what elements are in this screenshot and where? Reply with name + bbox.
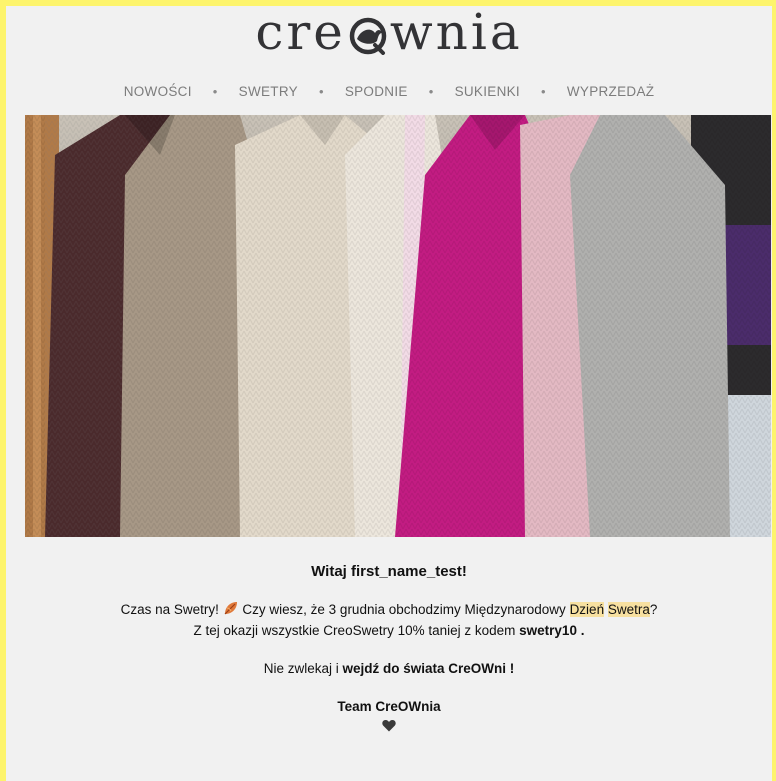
message-line-2: Z tej okazji wszystkie CreoSwetry 10% ta… (6, 621, 772, 640)
nav-item-spodnie[interactable]: SPODNIE (345, 84, 408, 99)
nav-separator: • (212, 83, 218, 99)
email-body: cre wnia NOWOŚCI • SWETRY • SPODNIE • SU… (6, 4, 772, 781)
nav-item-nowosci[interactable]: NOWOŚCI (124, 84, 192, 99)
email-content: Witaj first_name_test! Czas na Swetry! C… (6, 562, 772, 737)
bird-o-icon (347, 10, 389, 66)
hero-image[interactable] (25, 115, 771, 537)
black-heart-icon (382, 718, 396, 737)
nav-separator: • (540, 83, 546, 99)
nav-separator: • (318, 83, 324, 99)
message-line-3: Nie zwlekaj i wejdź do świata CreOWni ! (6, 659, 772, 678)
signature: Team CreOWnia (337, 699, 441, 714)
discount-code: swetry10 . (519, 623, 585, 638)
nav-separator: • (428, 83, 434, 99)
highlight-dzien: Dzień (569, 602, 605, 617)
cta-link[interactable]: wejdź do świata CreOWni ! (343, 661, 515, 676)
highlight-swetra: Swetra (607, 602, 650, 617)
autumn-leaf-icon (223, 600, 239, 621)
logo-text-right: wnia (389, 3, 523, 61)
main-nav: NOWOŚCI • SWETRY • SPODNIE • SUKIENKI • … (6, 81, 772, 101)
message-text: Czy wiesz, że 3 grudnia obchodzimy Międz… (238, 602, 570, 617)
logo-text-left: cre (255, 3, 346, 61)
nav-item-wyprzedaz[interactable]: WYPRZEDAŻ (567, 84, 654, 99)
message-line-1: Czas na Swetry! Czy wiesz, że 3 grudnia … (6, 600, 772, 621)
greeting-heading: Witaj first_name_test! (311, 563, 467, 580)
brand-logo[interactable]: cre wnia (6, 4, 772, 64)
message-text: Z tej okazji wszystkie CreoSwetry 10% ta… (193, 623, 520, 638)
nav-item-swetry[interactable]: SWETRY (239, 84, 298, 99)
sweaters-illustration (25, 115, 771, 537)
nav-item-sukienki[interactable]: SUKIENKI (455, 84, 520, 99)
message-text: Czas na Swetry! (120, 602, 223, 617)
message-text: Nie zwlekaj i (263, 661, 343, 676)
